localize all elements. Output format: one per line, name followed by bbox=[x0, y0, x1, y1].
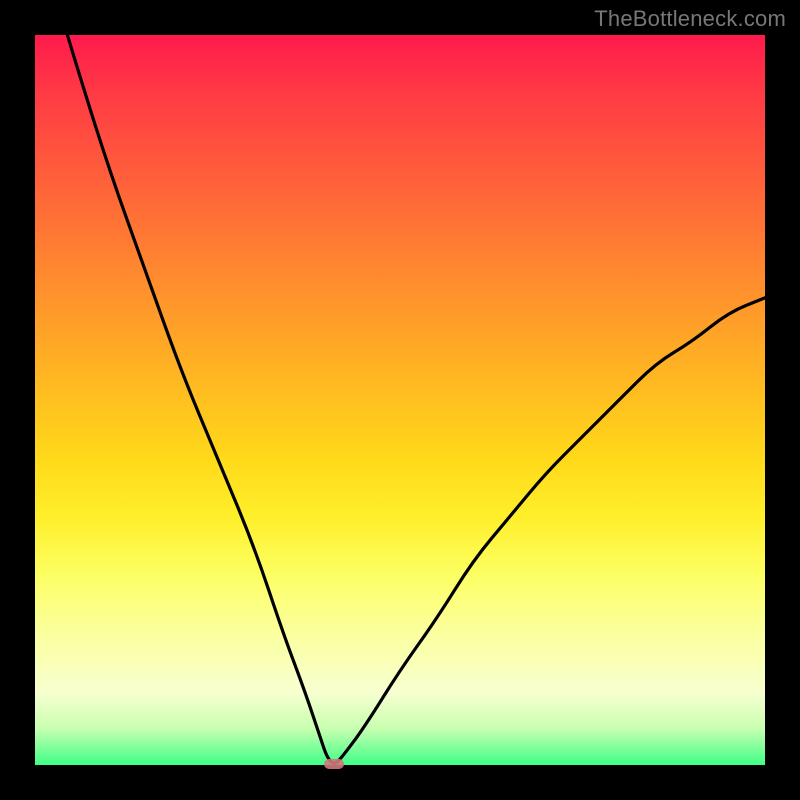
watermark-text: TheBottleneck.com bbox=[594, 6, 786, 32]
bottleneck-curve bbox=[35, 35, 765, 765]
min-marker bbox=[324, 759, 344, 769]
plot-area bbox=[35, 35, 765, 765]
chart-frame: TheBottleneck.com bbox=[0, 0, 800, 800]
